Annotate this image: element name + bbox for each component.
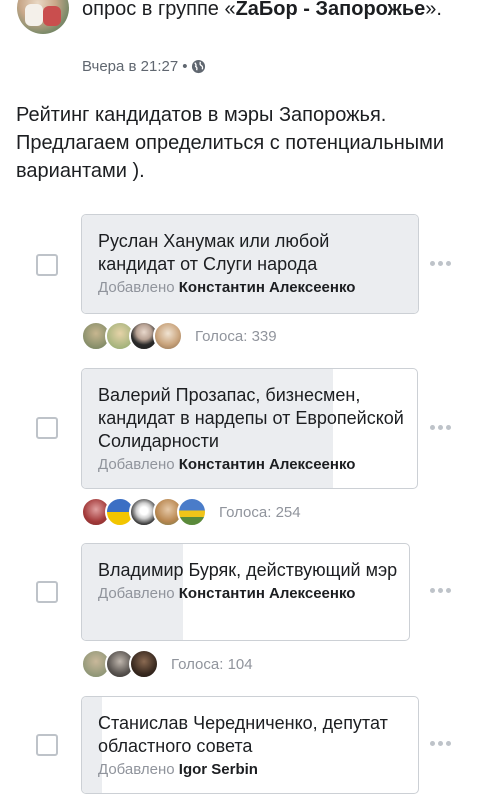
option-author-link[interactable]: Константин Алексеенко	[179, 585, 356, 602]
more-options-icon[interactable]	[430, 741, 454, 749]
added-label: Добавлено	[98, 456, 175, 473]
option-title: Руслан Ханумак или любой кандидат от Слу…	[98, 231, 330, 274]
votes-count[interactable]: Голоса: 339	[195, 328, 277, 345]
post-header: опрос в группе «ZaБор - Запорожье». Вчер…	[0, 0, 487, 90]
option-card[interactable]: Руслан Ханумак или любой кандидат от Слу…	[81, 214, 419, 314]
voter-avatar[interactable]	[177, 497, 207, 527]
heading-suffix: ».	[425, 0, 442, 20]
meta-separator: •	[182, 58, 188, 75]
option-checkbox[interactable]	[36, 581, 58, 603]
option-author-link[interactable]: Константин Алексеенко	[179, 279, 356, 296]
votes-count[interactable]: Голоса: 104	[171, 656, 253, 673]
author-avatar[interactable]	[17, 0, 69, 34]
option-checkbox[interactable]	[36, 734, 58, 756]
post-heading: опрос в группе «ZaБор - Запорожье».	[82, 0, 472, 23]
voters-row[interactable]: Голоса: 104	[81, 649, 253, 679]
option-checkbox[interactable]	[36, 254, 58, 276]
voter-avatar[interactable]	[153, 321, 183, 351]
voter-avatar[interactable]	[129, 649, 159, 679]
voters-row[interactable]: Голоса: 254	[81, 497, 301, 527]
post-text: Рейтинг кандидатов в мэры Запорожья. Пре…	[16, 104, 445, 182]
option-title: Валерий Прозапас, бизнесмен, кандидат в …	[98, 385, 404, 451]
option-author-link[interactable]: Константин Алексеенко	[179, 456, 356, 473]
votes-count[interactable]: Голоса: 254	[219, 504, 301, 521]
more-options-icon[interactable]	[430, 425, 454, 433]
heading-prefix: опрос в группе «	[82, 0, 236, 20]
more-options-icon[interactable]	[430, 261, 454, 269]
voters-row[interactable]: Голоса: 339	[81, 321, 277, 351]
option-card[interactable]: Валерий Прозапас, бизнесмен, кандидат в …	[81, 368, 418, 489]
added-label: Добавлено	[98, 279, 175, 296]
option-card[interactable]: Владимир Буряк, действующий мэр Добавлен…	[81, 543, 410, 641]
more-options-icon[interactable]	[430, 588, 454, 596]
added-label: Добавлено	[98, 761, 175, 778]
option-card[interactable]: Станислав Чередниченко, депутат областно…	[81, 696, 419, 794]
option-added-by: Добавлено Константин Алексеенко	[98, 277, 408, 299]
option-added-by: Добавлено Igor Serbin	[98, 759, 408, 781]
post-meta: Вчера в 21:27 •	[82, 58, 206, 75]
globe-icon[interactable]	[191, 59, 206, 74]
option-checkbox[interactable]	[36, 417, 58, 439]
option-title: Владимир Буряк, действующий мэр	[98, 560, 398, 580]
option-added-by: Добавлено Константин Алексеенко	[98, 454, 407, 476]
option-added-by: Добавлено Константин Алексеенко	[98, 583, 399, 605]
option-author-link[interactable]: Igor Serbin	[179, 761, 258, 778]
post-timestamp[interactable]: Вчера в 21:27	[82, 58, 178, 75]
option-title: Станислав Чередниченко, депутат областно…	[98, 713, 388, 756]
added-label: Добавлено	[98, 585, 175, 602]
group-name-link[interactable]: ZaБор - Запорожье	[236, 0, 426, 20]
